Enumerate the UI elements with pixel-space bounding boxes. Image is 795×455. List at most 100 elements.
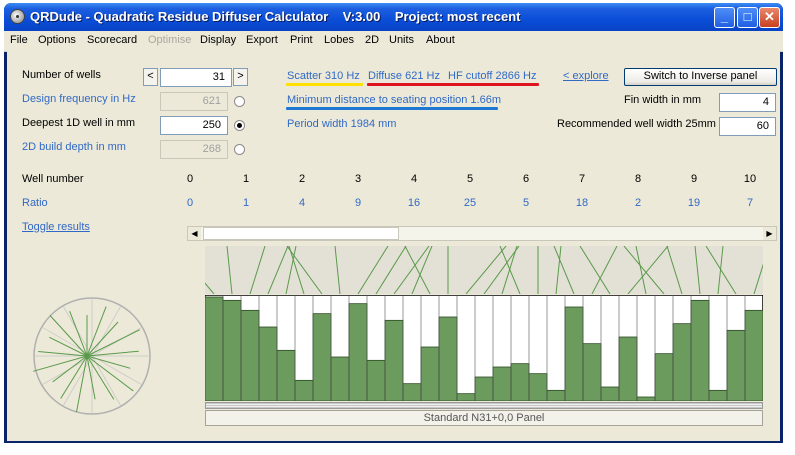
switch-inverse-button[interactable]: Switch to Inverse panel (624, 68, 777, 86)
diffuser-well (744, 309, 763, 401)
well-scrollbar[interactable]: ◀ ▶ (187, 226, 777, 241)
well-number-cell: 3 (354, 173, 362, 185)
menu-scorecard[interactable]: Scorecard (87, 34, 137, 46)
main-panel: Number of wells < 31 > Design frequency … (7, 51, 780, 441)
fin-width-input[interactable]: 4 (719, 93, 776, 112)
build-depth-radio[interactable] (234, 144, 245, 155)
ratio-cell: 1 (242, 197, 250, 209)
polar-response-line (69, 311, 88, 357)
wells-input[interactable]: 31 (160, 68, 232, 87)
diffuser-well (258, 326, 278, 401)
polar-response-plot (33, 297, 151, 415)
build-depth-input[interactable]: 268 (160, 140, 228, 159)
diffuser-well (600, 386, 620, 401)
diffuser-well (474, 376, 494, 401)
scroll-thumb[interactable] (203, 227, 399, 240)
menu-file[interactable]: File (10, 34, 28, 46)
design-frequency-radio[interactable] (234, 96, 245, 107)
ratio-cell: 4 (298, 197, 306, 209)
deepest-well-input[interactable]: 250 (160, 116, 228, 135)
diffuser-well (672, 323, 692, 401)
minimum-distance: Minimum distance to seating position 1.6… (287, 94, 501, 106)
panel-base (205, 402, 763, 409)
panel-name-label: Standard N31+0,0 Panel (205, 410, 763, 426)
polar-response-line (52, 355, 88, 383)
diffuser-well (366, 359, 386, 401)
ratio-cell: 19 (687, 197, 701, 209)
explore-link[interactable]: < explore (563, 70, 609, 82)
period-width: Period width 1984 mm (287, 118, 397, 130)
ratio-cell: 25 (463, 197, 477, 209)
menu-about[interactable]: About (426, 34, 455, 46)
menu-2d[interactable]: 2D (365, 34, 379, 46)
toggle-results-link[interactable]: Toggle results (22, 221, 90, 233)
well-number-label: Well number (22, 173, 84, 185)
diffuser-well (348, 303, 368, 401)
scroll-right-arrow[interactable]: ▶ (763, 227, 776, 240)
polar-gridline (91, 355, 143, 386)
diffuser-well (438, 316, 458, 401)
ratio-cell: 5 (522, 197, 530, 209)
polar-response-line (86, 321, 119, 357)
recommended-width-input[interactable]: 60 (719, 117, 776, 136)
diffuser-well (330, 356, 350, 401)
diffuser-well (294, 379, 314, 401)
menu-display[interactable]: Display (200, 34, 236, 46)
maximize-button[interactable]: □ (737, 7, 758, 28)
diffuser-well (582, 343, 602, 401)
diffuser-well (564, 306, 584, 401)
well-number-cell: 9 (690, 173, 698, 185)
diffuser-well (618, 336, 638, 401)
cd-icon (10, 9, 25, 24)
diffuser-well (690, 299, 710, 401)
menu-options[interactable]: Options (38, 34, 76, 46)
deepest-well-label: Deepest 1D well in mm (22, 117, 136, 129)
diffuser-well (402, 383, 422, 401)
polar-response-line (49, 315, 88, 357)
minimize-button[interactable]: _ (714, 7, 735, 28)
ratio-cell: 7 (746, 197, 754, 209)
menu-print[interactable]: Print (290, 34, 313, 46)
well-number-cell: 7 (578, 173, 586, 185)
ratio-cell: 18 (575, 197, 589, 209)
well-number-cell: 8 (634, 173, 642, 185)
title-bar[interactable]: QRDude - Quadratic Residue Diffuser Calc… (4, 3, 783, 31)
diffuser-well (708, 389, 728, 401)
menu-optimise[interactable]: Optimise (148, 34, 191, 46)
fin-width-label: Fin width in mm (624, 94, 702, 106)
well-number-cell: 5 (466, 173, 474, 185)
diffuser-well (510, 363, 530, 401)
design-frequency-input[interactable]: 621 (160, 92, 228, 111)
window-title: QRDude - Quadratic Residue Diffuser Calc… (30, 9, 521, 24)
scroll-left-arrow[interactable]: ◀ (188, 227, 201, 240)
diffuser-well (222, 299, 242, 401)
ratio-cell: 9 (354, 197, 362, 209)
diffuser-well (420, 346, 440, 401)
diffuser-well (654, 353, 674, 401)
diffuser-well (726, 329, 746, 401)
diffuser-well (205, 296, 224, 401)
polar-response-line (86, 355, 134, 392)
diffuser-well (240, 309, 260, 401)
wells-increment-button[interactable]: > (233, 68, 248, 86)
menu-bar: File Options Scorecard Optimise Display … (4, 31, 783, 52)
diffuser-well (636, 396, 656, 401)
diffuser-well (492, 366, 512, 401)
diffuser-well (456, 393, 476, 401)
well-number-cell: 1 (242, 173, 250, 185)
deepest-well-radio[interactable] (234, 120, 245, 131)
wells-decrement-button[interactable]: < (143, 68, 158, 86)
menu-units[interactable]: Units (389, 34, 414, 46)
menu-lobes[interactable]: Lobes (324, 34, 354, 46)
close-button[interactable]: ✕ (759, 7, 780, 28)
design-frequency-label: Design frequency in Hz (22, 93, 136, 105)
well-number-cell: 10 (743, 173, 757, 185)
ratio-cell: 2 (634, 197, 642, 209)
ratio-cell: 0 (186, 197, 194, 209)
polar-gridline (41, 326, 93, 357)
well-number-cell: 6 (522, 173, 530, 185)
well-number-cell: 4 (410, 173, 418, 185)
diffuser-ray-trace (205, 246, 763, 294)
ratio-cell: 16 (407, 197, 421, 209)
menu-export[interactable]: Export (246, 34, 278, 46)
